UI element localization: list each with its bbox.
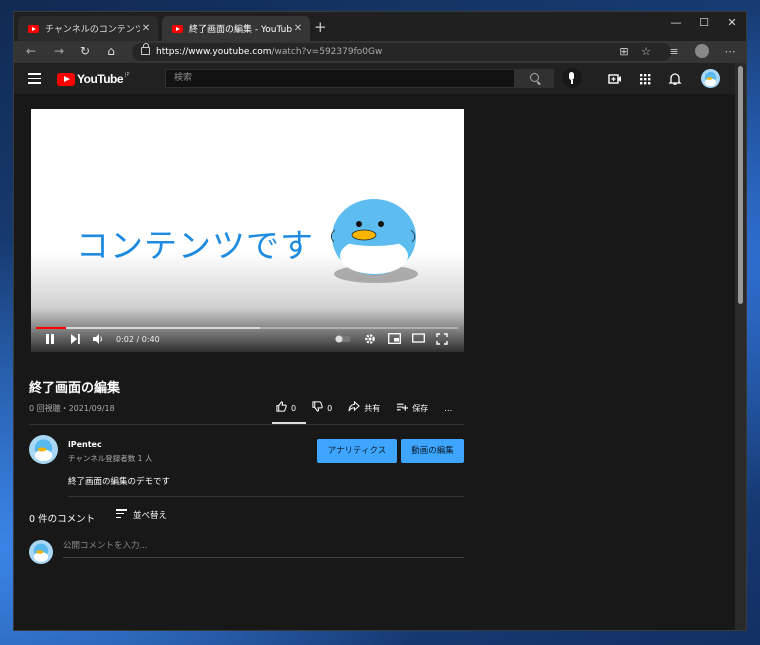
share-arrow-icon <box>348 400 360 415</box>
divider <box>68 496 464 497</box>
next-button[interactable] <box>68 333 82 347</box>
fullscreen-icon[interactable] <box>435 333 449 347</box>
youtube-logo[interactable]: YouTube JP <box>57 72 130 86</box>
app-available-icon[interactable]: ⊞ <box>616 45 632 58</box>
settings-gear-icon[interactable] <box>363 333 377 347</box>
create-video-icon[interactable] <box>608 72 622 86</box>
favorites-icon[interactable]: ≡ <box>666 45 682 58</box>
channel-name[interactable]: iPentec <box>68 440 102 449</box>
save-button[interactable]: 保存 <box>396 402 428 415</box>
like-button[interactable]: 0 <box>276 401 296 415</box>
thumbs-up-icon <box>276 401 287 415</box>
refresh-icon[interactable]: ↻ <box>76 44 94 58</box>
add-favorite-icon[interactable]: ☆ <box>638 45 654 58</box>
time-display: 0:02 / 0:40 <box>116 335 160 344</box>
video-title: 終了画面の編集 <box>29 381 121 396</box>
volume-icon[interactable] <box>91 333 105 347</box>
region-label: JP <box>125 72 130 78</box>
profile-icon[interactable] <box>695 44 709 58</box>
pause-button[interactable] <box>43 333 57 347</box>
sort-label: 並べ替え <box>133 511 168 521</box>
divider <box>29 424 464 425</box>
youtube-header: YouTube JP 検索 <box>14 63 735 94</box>
edit-video-button[interactable]: 動画の編集 <box>401 439 464 463</box>
penguin-mascot-image <box>330 199 418 283</box>
forward-arrow-icon[interactable]: → <box>50 44 68 58</box>
comment-count: 0 件のコメント <box>29 514 96 525</box>
channel-avatar[interactable] <box>29 435 58 464</box>
lock-icon <box>141 43 150 55</box>
save-label: 保存 <box>412 403 429 413</box>
subscriber-count: チャンネル登録者数 1 人 <box>68 454 153 463</box>
back-arrow-icon[interactable]: ← <box>22 44 40 58</box>
search-button[interactable] <box>515 69 554 88</box>
video-description: 終了画面の編集のデモです <box>68 477 171 487</box>
share-label: 共有 <box>364 403 381 413</box>
autoplay-toggle[interactable] <box>333 333 353 347</box>
more-menu-icon[interactable]: ⋯ <box>722 45 738 58</box>
sort-icon <box>116 509 127 520</box>
comment-input[interactable]: 公開コメントを入力... <box>63 539 464 558</box>
share-button[interactable]: 共有 <box>348 400 381 415</box>
search-icon <box>530 73 539 82</box>
video-player[interactable]: コンテンツです 0:02 / 0:40 <box>31 109 464 352</box>
video-overlay-text: コンテンツです <box>76 226 314 265</box>
close-tab-icon[interactable]: ✕ <box>140 23 152 34</box>
youtube-wordmark: YouTube <box>77 72 124 86</box>
youtube-favicon-icon <box>172 24 183 33</box>
save-playlist-icon <box>396 402 409 415</box>
apps-grid-icon[interactable] <box>638 72 652 86</box>
page-scrollbar[interactable] <box>735 63 746 630</box>
thumbs-down-icon <box>312 401 323 415</box>
progress-bar[interactable] <box>36 327 458 329</box>
scrollbar-thumb[interactable] <box>738 66 743 304</box>
like-count: 0 <box>291 403 297 413</box>
analytics-button[interactable]: アナリティクス <box>317 439 397 463</box>
close-tab-icon[interactable]: ✕ <box>292 23 304 34</box>
dislike-button[interactable]: 0 <box>312 401 332 415</box>
browser-window: チャンネルのコンテンツ - YouTube Studio ✕ 終了画面の編集 -… <box>13 11 747 631</box>
home-icon[interactable]: ⌂ <box>102 44 120 58</box>
youtube-favicon-icon <box>28 24 39 33</box>
tab-strip: チャンネルのコンテンツ - YouTube Studio ✕ 終了画面の編集 -… <box>14 12 746 41</box>
tab-title: チャンネルのコンテンツ - YouTube Studio <box>45 25 140 35</box>
maximize-button[interactable]: ☐ <box>690 16 718 29</box>
dislike-count: 0 <box>327 403 333 413</box>
commenter-avatar <box>29 540 53 564</box>
notifications-bell-icon[interactable] <box>668 72 682 86</box>
more-actions-button[interactable]: … <box>444 404 452 413</box>
tab-title: 終了画面の編集 - YouTube <box>189 25 292 35</box>
menu-icon[interactable] <box>28 73 41 84</box>
youtube-play-logo-icon <box>57 72 75 86</box>
miniplayer-icon[interactable] <box>387 333 401 347</box>
close-window-button[interactable]: ✕ <box>718 16 746 29</box>
address-bar-row: ← → ↻ ⌂ https://www.youtube.com/watch?v=… <box>14 41 746 63</box>
tab-watch[interactable]: 終了画面の編集 - YouTube ✕ <box>162 16 310 41</box>
url-host: https://www.youtube.com <box>156 47 272 57</box>
url-field[interactable]: https://www.youtube.com/watch?v=592379fo… <box>132 43 672 61</box>
played-bar <box>36 327 66 329</box>
new-tab-button[interactable]: + <box>314 18 327 36</box>
buffered-bar <box>36 327 260 329</box>
tab-studio[interactable]: チャンネルのコンテンツ - YouTube Studio ✕ <box>18 16 158 41</box>
theater-mode-icon[interactable] <box>411 333 425 347</box>
sort-comments-button[interactable]: 並べ替え <box>116 509 167 521</box>
url-path: /watch?v=592379fo0Gw <box>271 47 383 57</box>
video-actions: 0 0 共有 保存 … <box>276 400 468 416</box>
search-input[interactable]: 検索 <box>165 69 515 88</box>
minimize-button[interactable]: — <box>662 16 690 29</box>
account-avatar[interactable] <box>701 69 720 88</box>
voice-search-icon[interactable] <box>562 68 582 88</box>
watch-page: コンテンツです 0:02 / 0:40 終了画面の編集 0 回視聴・2021/0… <box>14 94 735 630</box>
video-meta: 0 回視聴・2021/09/18 <box>29 404 115 413</box>
